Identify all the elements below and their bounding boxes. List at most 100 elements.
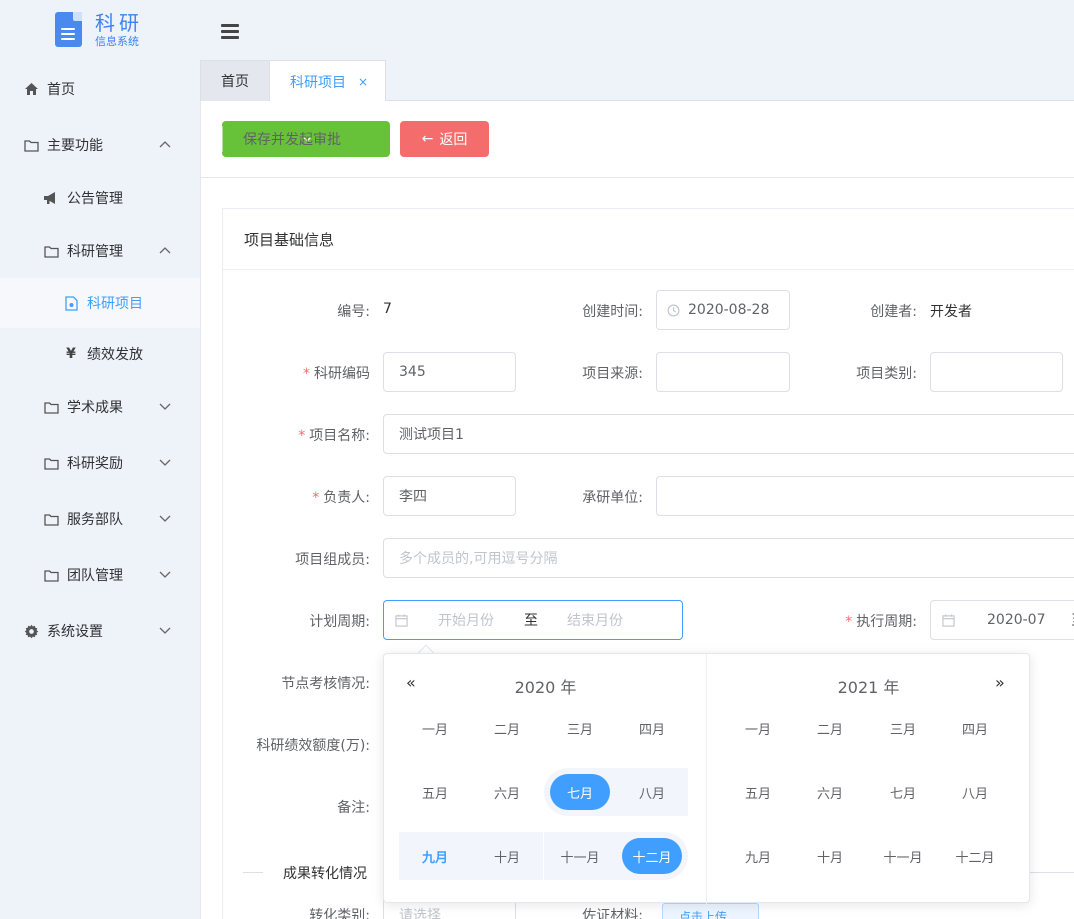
card-title: 项目基础信息 [223,209,1074,270]
plan-end-placeholder[interactable]: 结束月份 [567,610,623,630]
owner-input[interactable]: 李四 [383,476,516,516]
research-unit-input[interactable] [656,476,1074,516]
month-cell[interactable]: 一月 [722,704,794,752]
close-icon[interactable]: × [358,75,368,89]
month-cell[interactable]: 六月 [794,768,866,816]
sidebar-item-main-functions[interactable]: 主要功能 [0,120,200,170]
month-cell[interactable]: 二月 [794,704,866,752]
sidebar-item-home[interactable]: 首页 [0,64,200,114]
month-cell[interactable]: 三月 [544,704,616,752]
month-cell[interactable]: 四月 [939,704,1011,752]
research-code-input[interactable]: 345 [383,352,516,392]
sidebar: 科研 信息系统 首页 主要功能 公告管理 科研管理 科研项目 ¥ 绩效发放 学术… [0,0,200,919]
sidebar-item-label: 团队管理 [67,568,123,584]
sidebar-item-research-projects[interactable]: 科研项目 [0,278,200,328]
tab-label: 首页 [221,74,249,90]
tab-home[interactable]: 首页 [200,60,270,101]
sidebar-item-label: 绩效发放 [87,347,143,363]
month-cell[interactable]: 一月 [399,704,471,752]
chevron-up-icon [159,141,171,148]
month-cell-in-range[interactable]: 十月 [471,832,543,880]
month-cell[interactable]: 七月 [867,768,939,816]
month-cell[interactable]: 十一月 [867,832,939,880]
members-label: 项目组成员: [295,552,370,568]
exec-period-label: * 执行周期: [845,614,917,630]
month-cell[interactable]: 十二月 [939,832,1011,880]
upload-button[interactable]: 点击上传 [662,903,759,919]
section-divider-left [243,872,263,873]
project-category-input[interactable] [930,352,1063,392]
sidebar-item-service-units[interactable]: 服务部队 [0,494,200,544]
save-button-label: 保存并发起审批 [243,132,341,148]
plan-start-placeholder[interactable]: 开始月份 [438,610,494,630]
project-source-input[interactable] [656,352,790,392]
clock-icon [667,304,680,316]
section-divider-right [1030,872,1074,873]
sidebar-item-label: 学术成果 [67,400,123,416]
hamburger-menu-icon[interactable] [221,24,239,39]
remarks-label: 备注: [337,800,370,816]
document-icon [63,295,79,311]
chevron-down-icon [159,459,171,466]
sidebar-item-team-management[interactable]: 团队管理 [0,550,200,600]
id-value: 7 [383,301,392,317]
input-value: 李四 [399,489,427,505]
megaphone-icon [43,190,59,206]
month-cell[interactable]: 三月 [867,704,939,752]
plan-period-label: 计划周期: [309,614,370,630]
sidebar-item-system-settings[interactable]: 系统设置 [0,606,200,656]
folder-icon [43,399,59,415]
created-time-field[interactable]: 2020-08-28 [656,290,790,330]
month-cell[interactable]: 十月 [794,832,866,880]
input-value: 345 [399,364,426,380]
sidebar-item-label: 服务部队 [67,512,123,528]
created-time-label: 创建时间: [582,304,643,320]
sidebar-item-label: 系统设置 [47,624,103,640]
save-and-submit-button[interactable]: 保存并发起审批 [222,121,390,157]
month-cell-current[interactable]: 九月 [399,832,471,880]
tab-label: 科研项目 [290,74,346,91]
sidebar-item-label: 科研奖励 [67,456,123,472]
sidebar-item-research-awards[interactable]: 科研奖励 [0,438,200,488]
project-category-label: 项目类别: [856,366,917,382]
owner-label: * 负责人: [312,490,370,506]
month-cell-in-range[interactable]: 十一月 [544,832,616,880]
month-cell[interactable]: 八月 [939,768,1011,816]
members-input[interactable]: 多个成员的,可用逗号分隔 [383,538,1074,578]
month-range-picker: « 2020 年 一月 二月 三月 四月 五月 六月 七月 八月 九月 十月 十… [383,653,1030,904]
sidebar-item-academic-achievements[interactable]: 学术成果 [0,382,200,432]
tab-research-projects[interactable]: 科研项目 × [269,60,386,102]
month-cell-in-range[interactable]: 八月 [616,768,688,816]
project-name-input[interactable]: 测试项目1 [383,414,1074,454]
month-cell[interactable]: 九月 [722,832,794,880]
input-value: 测试项目1 [399,427,464,443]
project-source-label: 项目来源: [582,366,643,382]
label-text: 科研编码 [314,366,370,382]
chevron-down-icon [159,403,171,410]
yen-icon: ¥ [66,346,76,362]
next-year-button[interactable]: » [995,673,1005,692]
sidebar-item-research-management[interactable]: 科研管理 [0,226,200,276]
month-cell[interactable]: 五月 [722,768,794,816]
exec-period-range-input[interactable]: 2020-07 至 [930,600,1074,640]
sidebar-item-announcements[interactable]: 公告管理 [0,173,200,223]
month-cell-selected-start[interactable]: 七月 [544,768,616,816]
research-code-label: * 科研编码 [303,366,370,382]
picker-panel-right: 2021 年 » 一月 二月 三月 四月 五月 六月 七月 八月 九月 十月 十… [707,654,1030,904]
logo: 科研 信息系统 [55,12,143,47]
plan-period-range-input[interactable]: 开始月份 至 结束月份 [383,600,683,640]
logo-subtitle: 信息系统 [95,34,139,48]
month-cell[interactable]: 五月 [399,768,471,816]
top-header [200,0,1074,60]
sidebar-item-label: 科研管理 [67,244,123,260]
chevron-down-icon [159,515,171,522]
proof-material-label: 佐证材料: [582,908,643,919]
sidebar-item-label: 公告管理 [67,191,123,207]
month-cell[interactable]: 二月 [471,704,543,752]
month-cell[interactable]: 四月 [616,704,688,752]
back-button[interactable]: ← 返回 [400,121,489,157]
month-cell-selected-end[interactable]: 十二月 [616,832,688,880]
calendar-icon [942,613,955,627]
month-cell[interactable]: 六月 [471,768,543,816]
sidebar-item-performance-payout[interactable]: ¥ 绩效发放 [0,329,200,379]
